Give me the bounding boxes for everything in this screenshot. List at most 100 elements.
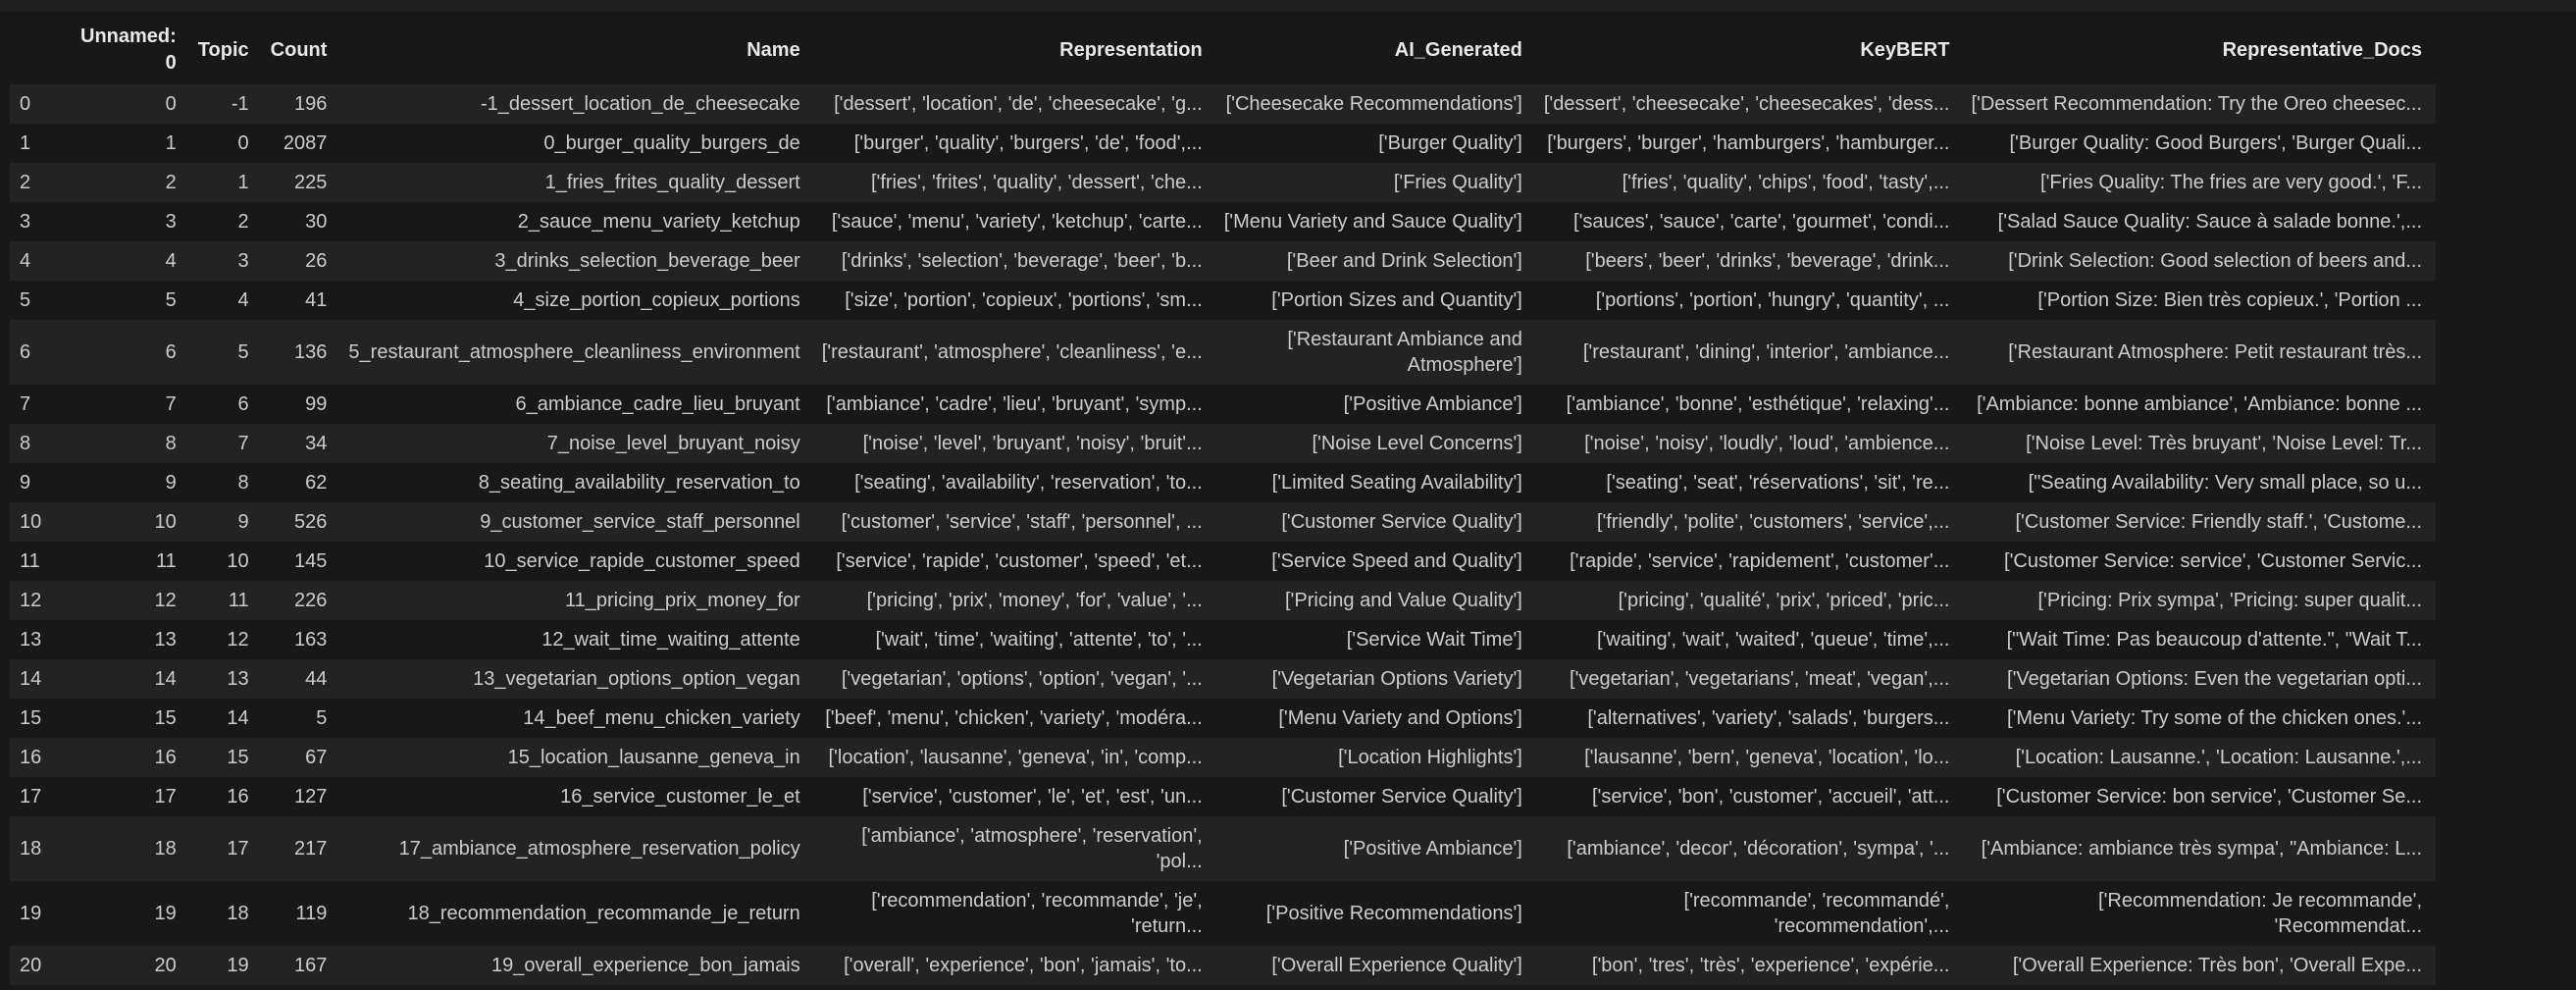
- cell-representative-docs: ['Overall Experience: Très bon', 'Overal…: [1963, 946, 2437, 985]
- cell-name: 8_seating_availability_reservation_to: [340, 463, 814, 502]
- cell-unnamed-0: 19: [73, 881, 190, 946]
- cell-name: 4_size_portion_copieux_portions: [340, 281, 814, 320]
- cell-count: 34: [262, 424, 341, 463]
- table-row: 0 0 -1 196 -1_dessert_location_de_cheesecake…: [10, 84, 2437, 124]
- cell-unnamed-0: 16: [73, 738, 190, 777]
- table-row: 1 1 0 2087 0_burger_quality_burgers_de ['burg…: [10, 124, 2437, 163]
- cell-count: 163: [262, 620, 341, 659]
- cell-count: 127: [262, 777, 341, 816]
- cell-name: 1_fries_frites_quality_dessert: [340, 163, 814, 202]
- cell-representative-docs: ['Recommendation: Je recommande', 'Recom…: [1963, 881, 2437, 946]
- cell-count: 62: [262, 463, 341, 502]
- cell-representation: ['beef', 'menu', 'chicken', 'variety', '…: [813, 699, 1216, 738]
- table-row: 7 7 6 99 6_ambiance_cadre_lieu_bruyant ['ambi…: [10, 385, 2437, 424]
- cell-representative-docs: ['Drink Selection: Good selection of bee…: [1963, 241, 2437, 281]
- cell-representation: ['fries', 'frites', 'quality', 'dessert'…: [813, 163, 1216, 202]
- cell-index: 2: [10, 163, 73, 202]
- column-header-index: [10, 16, 73, 84]
- cell-index: 11: [10, 542, 73, 581]
- cell-index: 3: [10, 202, 73, 241]
- cell-keybert: ['sauces', 'sauce', 'carte', 'gourmet', …: [1535, 202, 1964, 241]
- cell-topic: 16: [189, 777, 263, 816]
- table-row: 2 2 1 225 1_fries_frites_quality_dessert ['fr…: [10, 163, 2437, 202]
- column-header-topic: Topic: [189, 16, 263, 84]
- cell-unnamed-0: 17: [73, 777, 190, 816]
- cell-count: 226: [262, 581, 341, 620]
- cell-name: 16_service_customer_le_et: [340, 777, 814, 816]
- cell-topic: 18: [189, 881, 263, 946]
- cell-topic: 12: [189, 620, 263, 659]
- cell-ai-generated: ['Positive Ambiance']: [1215, 385, 1536, 424]
- cell-topic: 15: [189, 738, 263, 777]
- table-row: 19 19 18 119 18_recommendation_recommande_je…: [10, 881, 2437, 946]
- table-row: 16 16 15 67 15_location_lausanne_geneva_in ['…: [10, 738, 2437, 777]
- cell-topic: 7: [189, 424, 263, 463]
- cell-index: 5: [10, 281, 73, 320]
- cell-text: ['ambiance', 'atmosphere', 'reservation'…: [861, 825, 1203, 872]
- cell-representative-docs: ['Ambiance: bonne ambiance', 'Ambiance: …: [1963, 385, 2437, 424]
- table-body: 0 0 -1 196 -1_dessert_location_de_cheesecake…: [10, 84, 2437, 985]
- cell-name: 7_noise_level_bruyant_noisy: [340, 424, 814, 463]
- cell-representative-docs: ['Customer Service: bon service', 'Custo…: [1963, 777, 2437, 816]
- cell-count: 167: [262, 946, 341, 985]
- cell-index: 16: [10, 738, 73, 777]
- cell-keybert: ['beers', 'beer', 'drinks', 'beverage', …: [1535, 241, 1964, 281]
- cell-index: 4: [10, 241, 73, 281]
- cell-topic: 2: [189, 202, 263, 241]
- cell-index: 0: [10, 84, 73, 124]
- cell-unnamed-0: 1: [73, 124, 190, 163]
- notebook-toolbar-strip: [0, 0, 2576, 12]
- cell-index: 20: [10, 946, 73, 985]
- cell-representative-docs: ['Noise Level: Très bruyant', 'Noise Lev…: [1963, 424, 2437, 463]
- cell-count: 30: [262, 202, 341, 241]
- cell-unnamed-0: 5: [73, 281, 190, 320]
- cell-representation: ['recommendation', 'recommande', 'je', '…: [813, 881, 1216, 946]
- cell-ai-generated: ['Portion Sizes and Quantity']: [1215, 281, 1536, 320]
- table-row: 3 3 2 30 2_sauce_menu_variety_ketchup ['sauce…: [10, 202, 2437, 241]
- cell-unnamed-0: 15: [73, 699, 190, 738]
- cell-name: -1_dessert_location_de_cheesecake: [340, 84, 814, 124]
- table-row: 20 20 19 167 19_overall_experience_bon_jamai…: [10, 946, 2437, 985]
- cell-index: 18: [10, 816, 73, 881]
- column-header-representation: Representation: [813, 16, 1216, 84]
- cell-ai-generated: ['Menu Variety and Sauce Quality']: [1215, 202, 1536, 241]
- cell-representation: ['location', 'lausanne', 'geneva', 'in',…: [813, 738, 1216, 777]
- cell-name: 0_burger_quality_burgers_de: [340, 124, 814, 163]
- table-row: 8 8 7 34 7_noise_level_bruyant_noisy ['noise'…: [10, 424, 2437, 463]
- cell-index: 7: [10, 385, 73, 424]
- cell-topic: 13: [189, 659, 263, 699]
- cell-keybert: ['noise', 'noisy', 'loudly', 'loud', 'am…: [1535, 424, 1964, 463]
- table-row: 12 12 11 226 11_pricing_prix_money_for ['pric…: [10, 581, 2437, 620]
- cell-unnamed-0: 13: [73, 620, 190, 659]
- cell-unnamed-0: 14: [73, 659, 190, 699]
- cell-count: 41: [262, 281, 341, 320]
- cell-ai-generated: ['Positive Recommendations']: [1215, 881, 1536, 946]
- cell-keybert: ['lausanne', 'bern', 'geneva', 'location…: [1535, 738, 1964, 777]
- cell-index: 6: [10, 320, 73, 385]
- cell-representative-docs: ['Customer Service: service', 'Customer …: [1963, 542, 2437, 581]
- cell-name: 6_ambiance_cadre_lieu_bruyant: [340, 385, 814, 424]
- cell-count: 5: [262, 699, 341, 738]
- cell-text: ['recommendation', 'recommande', 'je', '…: [871, 890, 1203, 937]
- cell-unnamed-0: 0: [73, 84, 190, 124]
- column-header-name: Name: [340, 16, 814, 84]
- cell-name: 17_ambiance_atmosphere_reservation_polic…: [340, 816, 814, 881]
- column-header-representative-docs: Representative_Docs: [1963, 16, 2437, 84]
- cell-topic: 10: [189, 542, 263, 581]
- cell-representative-docs: ['Restaurant Atmosphere: Petit restauran…: [1963, 320, 2437, 385]
- cell-count: 136: [262, 320, 341, 385]
- cell-unnamed-0: 7: [73, 385, 190, 424]
- cell-unnamed-0: 6: [73, 320, 190, 385]
- cell-ai-generated: ['Fries Quality']: [1215, 163, 1536, 202]
- column-header-count: Count: [262, 16, 341, 84]
- cell-ai-generated: ['Burger Quality']: [1215, 124, 1536, 163]
- cell-count: 2087: [262, 124, 341, 163]
- cell-ai-generated: ['Menu Variety and Options']: [1215, 699, 1536, 738]
- cell-count: 225: [262, 163, 341, 202]
- cell-representation: ['sauce', 'menu', 'variety', 'ketchup', …: [813, 202, 1216, 241]
- cell-unnamed-0: 4: [73, 241, 190, 281]
- cell-representation: ['dessert', 'location', 'de', 'cheesecak…: [813, 84, 1216, 124]
- cell-ai-generated: ['Overall Experience Quality']: [1215, 946, 1536, 985]
- cell-representative-docs: ['Ambiance: ambiance très sympa', "Ambia…: [1963, 816, 2437, 881]
- cell-ai-generated: ['Beer and Drink Selection']: [1215, 241, 1536, 281]
